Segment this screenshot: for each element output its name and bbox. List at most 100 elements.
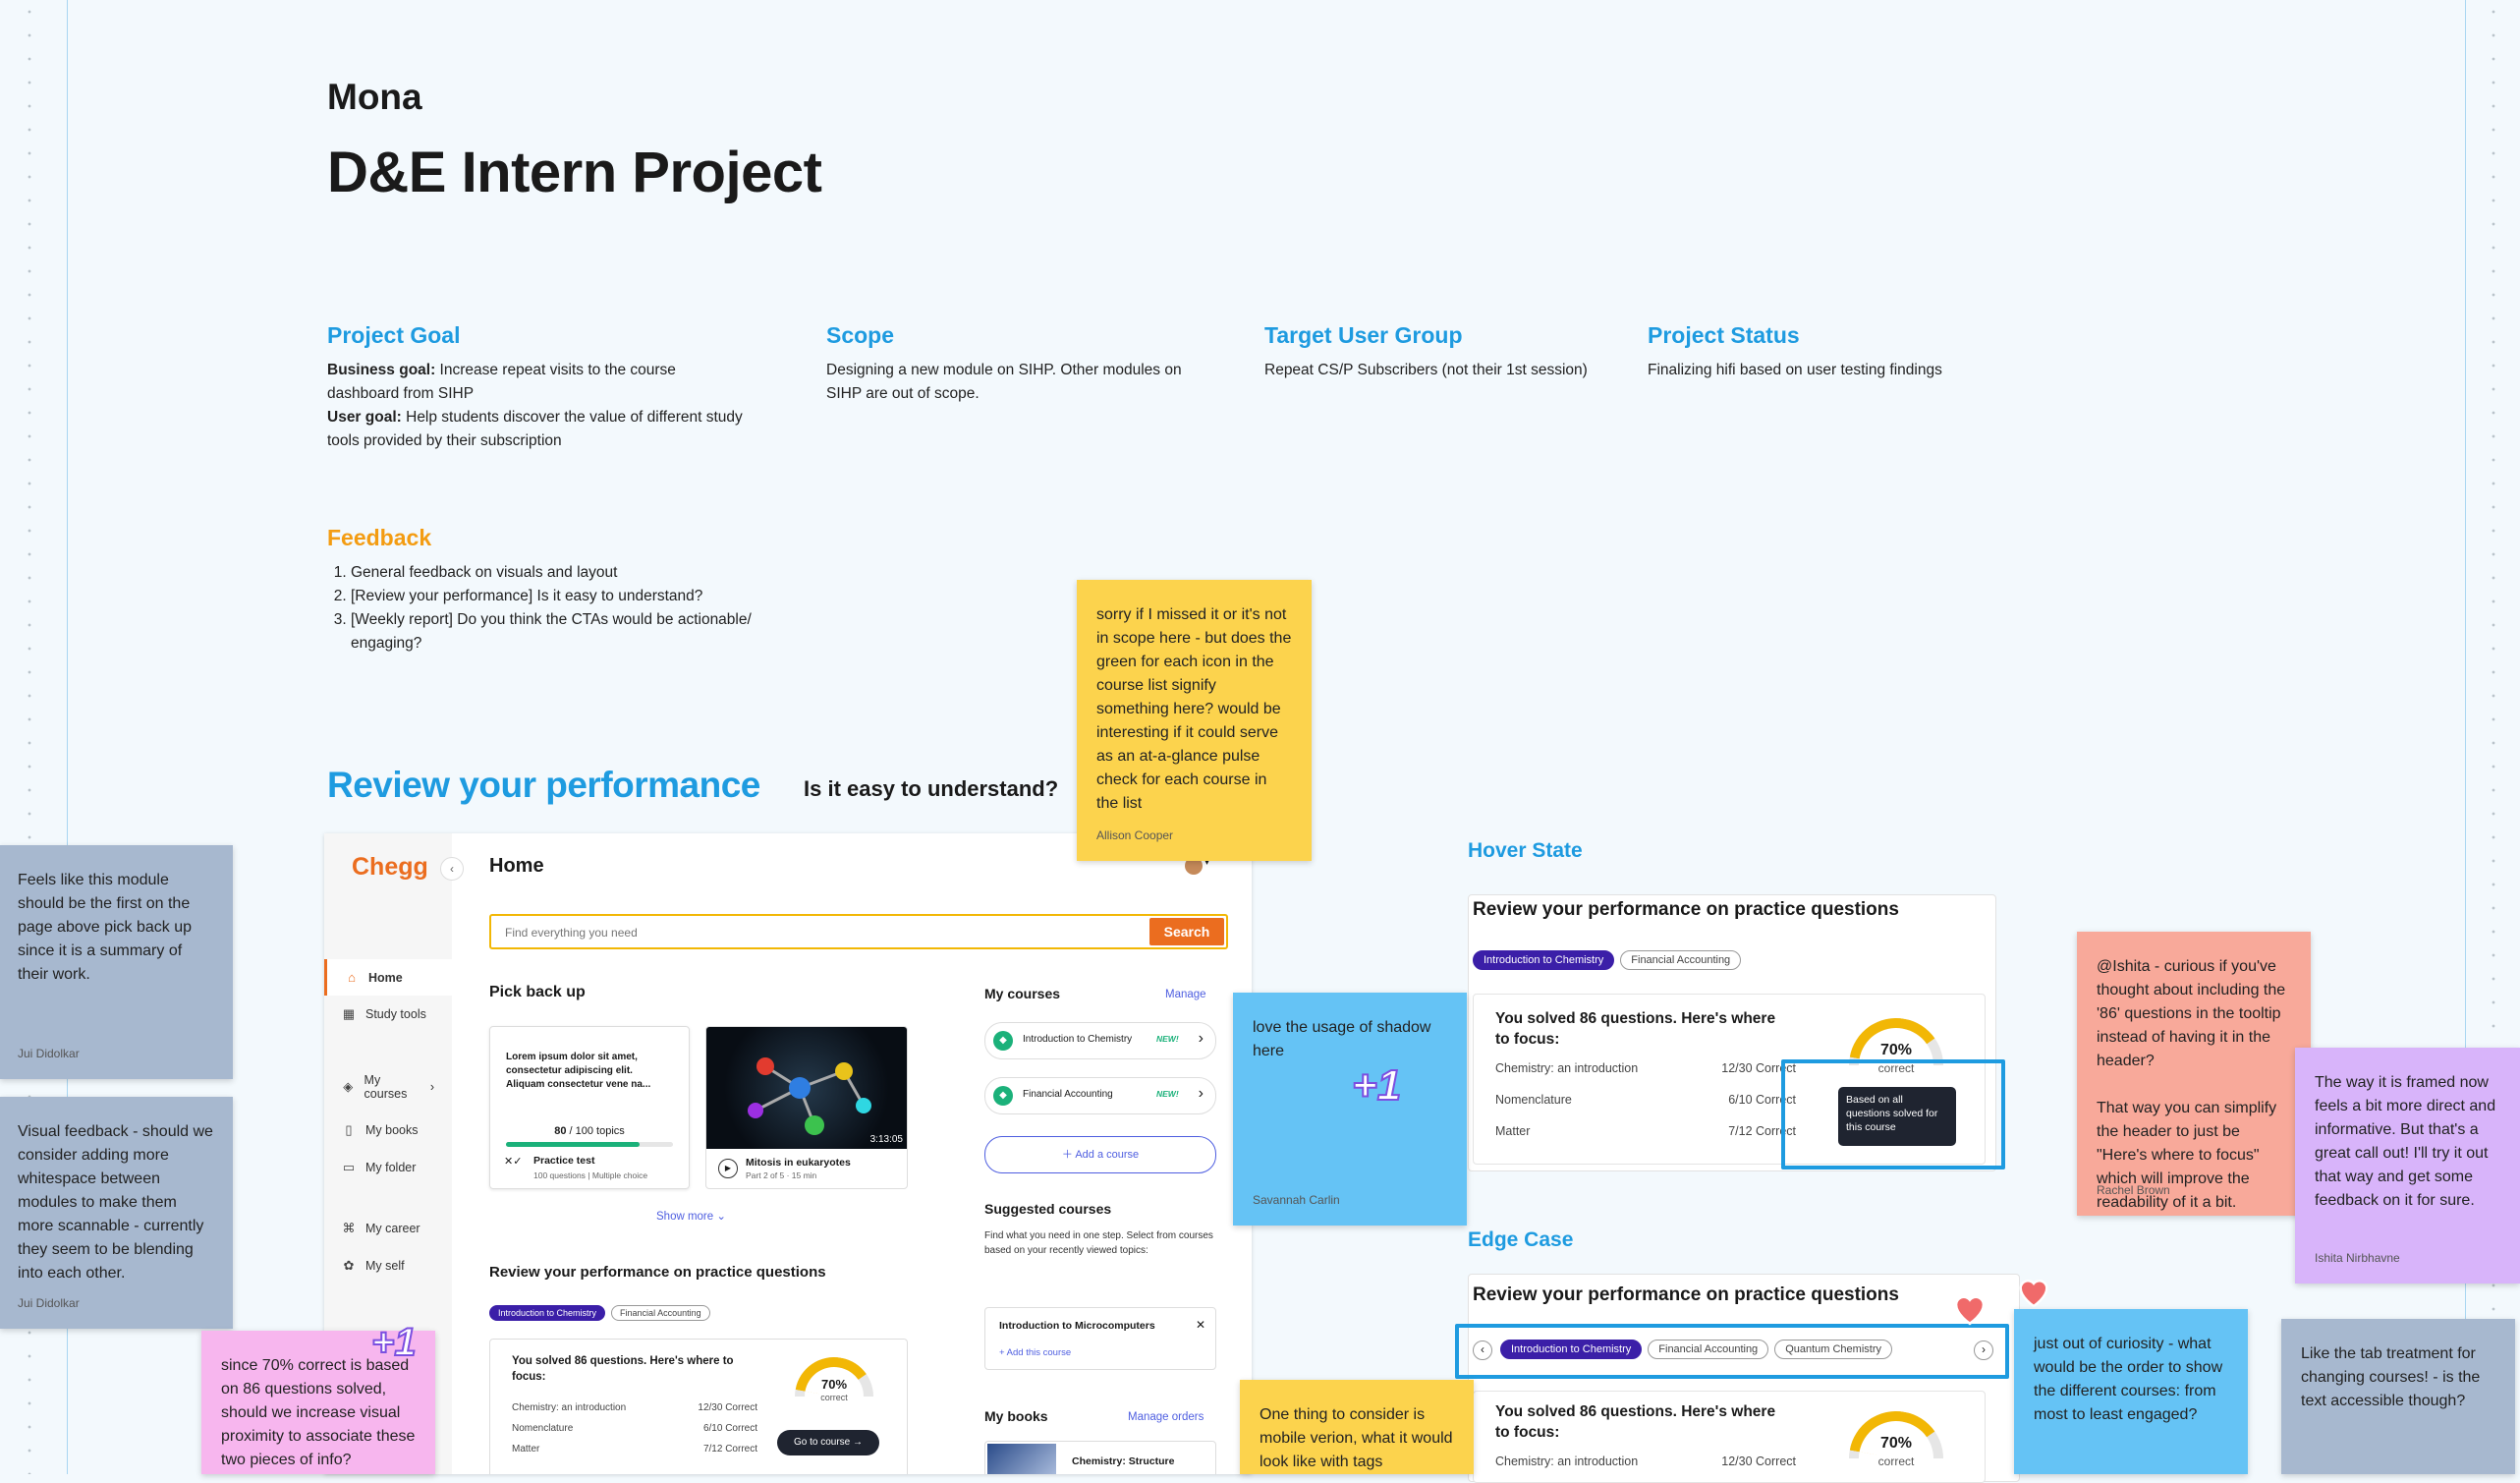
practice-test-card[interactable]: Lorem ipsum dolor sit amet, consectetur … [489, 1026, 690, 1189]
perf-title: Review your performance on practice ques… [1473, 1284, 1899, 1305]
chegg-logo[interactable]: Chegg [352, 853, 428, 882]
gauge-percent: 70% [1879, 1042, 1913, 1058]
suggested-course-name: Introduction to Microcomputers [999, 1320, 1155, 1332]
tab-introduction-to-chemistry[interactable]: Introduction to Chemistry [489, 1305, 606, 1321]
sticky-note[interactable]: Like the tab treatment for changing cour… [2281, 1319, 2515, 1474]
sticky-note[interactable]: The way it is framed now feels a bit mor… [2295, 1048, 2520, 1283]
sidebar-item-my-folder[interactable]: ▭ My folder [324, 1149, 452, 1186]
sticky-text: love the usage of shadow here [1253, 1019, 1431, 1059]
mock-course-tabs: Introduction to Chemistry Financial Accou… [489, 1303, 716, 1321]
sidebar-item-my-courses[interactable]: ◈ My courses › [324, 1062, 452, 1112]
practice-test-meta: 100 questions | Multiple choice [533, 1170, 648, 1180]
plus-one-sticker: +1 [370, 1320, 418, 1365]
topic-total: / 100 topics [566, 1125, 625, 1137]
sticky-note[interactable]: love the usage of shadow here Savannah C… [1233, 993, 1467, 1226]
search-bar: Search [489, 914, 1228, 949]
project-goal-heading: Project Goal [327, 322, 461, 348]
heart-icon [1954, 1295, 1986, 1326]
book-title: Chemistry: Structure [1072, 1455, 1175, 1467]
sidebar-item-home[interactable]: ⌂ Home [324, 959, 452, 996]
video-card[interactable]: 3:13:05 ▶ Mitosis in eukaryotes Part 2 o… [705, 1026, 908, 1189]
feedback-item: [Weekly report] Do you think the CTAs wo… [351, 608, 779, 656]
topic-score: 12/30 Correct [698, 1402, 757, 1413]
sticky-note[interactable]: @Ishita - curious if you've thought abou… [2077, 932, 2311, 1216]
plus-one-sticker: +1 [1351, 1060, 1402, 1111]
course-icon: ◆ [993, 1086, 1013, 1106]
search-button[interactable]: Search [1149, 918, 1224, 945]
suggested-text: Find what you need in one step. Select f… [984, 1230, 1213, 1256]
chevron-left-icon[interactable]: ‹ [1473, 1340, 1492, 1360]
topic-name: Chemistry: an introduction [1495, 1061, 1639, 1075]
review-title: Review your performance [327, 765, 760, 805]
scope-text: Designing a new module on SIHP. Other mo… [826, 362, 1182, 402]
target-user-heading: Target User Group [1264, 322, 1463, 348]
topic-score: 6/10 Correct [702, 1423, 757, 1434]
book-card[interactable]: Chemistry: Structure [984, 1441, 1216, 1474]
tab-scroll-box: ‹ Introduction to Chemistry Financial Acc… [1455, 1324, 2009, 1379]
topic-score: 12/30 Correct [1721, 1454, 1796, 1468]
feedback-section: Feedback General feedback on visuals and… [327, 525, 779, 656]
home-title: Home [489, 855, 544, 877]
tab-financial-accounting[interactable]: Financial Accounting [1620, 950, 1742, 970]
tooltip-text: Based on all questions solved for this c… [1846, 1094, 1938, 1133]
suggested-course-card[interactable]: Introduction to Microcomputers ✕ + Add t… [984, 1307, 1216, 1370]
tab-quantum-chemistry[interactable]: Quantum Chemistry [1774, 1340, 1892, 1359]
add-this-course-link[interactable]: + Add this course [999, 1347, 1071, 1358]
tab-introduction-to-chemistry[interactable]: Introduction to Chemistry [1500, 1340, 1643, 1359]
collapse-chevron-icon[interactable]: ‹ [440, 857, 464, 881]
perf-card: You solved 86 questions. Here's where to… [1473, 1391, 1986, 1483]
sticky-text: @Ishita - curious if you've thought abou… [2097, 958, 2286, 1211]
feedback-item: General feedback on visuals and layout [351, 561, 779, 585]
tooltip: Based on all questions solved for this c… [1838, 1087, 1956, 1146]
scope-section: Scope Designing a new module on SIHP. Ot… [826, 322, 1219, 406]
user-goal-label: User goal: [327, 409, 402, 426]
solved-text: You solved 86 questions. Here's where to… [1495, 1403, 1776, 1441]
sticky-text: One thing to consider is mobile verion, … [1260, 1406, 1453, 1470]
course-item[interactable]: ◆ Introduction to Chemistry NEW! › [984, 1022, 1216, 1059]
video-meta: Part 2 of 5 · 15 min [746, 1170, 817, 1180]
manage-orders-link[interactable]: Manage orders [1128, 1411, 1204, 1423]
sticky-note[interactable]: One thing to consider is mobile verion, … [1240, 1380, 1474, 1474]
sticky-note[interactable]: sorry if I missed it or it's not in scop… [1077, 580, 1312, 861]
topic-name: Chemistry: an introduction [512, 1402, 627, 1413]
go-to-course-button[interactable]: Go to course → [777, 1430, 879, 1455]
sidebar-item-my-self[interactable]: ✿ My self [324, 1247, 452, 1284]
sticky-author: Savannah Carlin [1253, 1193, 1340, 1207]
layers-icon: ◈ [343, 1079, 354, 1094]
show-more-link[interactable]: Show more ⌄ [656, 1209, 726, 1223]
my-courses-heading: My courses [984, 986, 1061, 1001]
project-status-section: Project Status Finalizing hifi based on … [1648, 322, 2021, 382]
tab-financial-accounting[interactable]: Financial Accounting [611, 1305, 710, 1321]
chevron-right-icon[interactable]: › [1974, 1340, 1993, 1360]
sticky-note[interactable]: Visual feedback - should we consider add… [0, 1097, 233, 1329]
new-badge: NEW! [1156, 1034, 1179, 1044]
topic-score: 7/12 Correct [702, 1444, 757, 1454]
sidebar-item-my-books[interactable]: ▯ My books [324, 1112, 452, 1149]
topic-name: Matter [1495, 1124, 1531, 1138]
sticky-note[interactable]: just out of curiosity - what would be th… [2014, 1309, 2248, 1474]
my-books-heading: My books [984, 1408, 1048, 1424]
new-badge: NEW! [1156, 1089, 1179, 1099]
sticky-author: Ishita Nirbhavne [2315, 1251, 2400, 1265]
tab-introduction-to-chemistry[interactable]: Introduction to Chemistry [1473, 950, 1615, 970]
sticky-note[interactable]: Feels like this module should be the fir… [0, 845, 233, 1079]
close-icon[interactable]: ✕ [1196, 1318, 1205, 1332]
tab-financial-accounting[interactable]: Financial Accounting [1648, 1340, 1769, 1359]
card-text: Lorem ipsum dolor sit amet, consectetur … [506, 1052, 651, 1090]
search-input[interactable] [503, 925, 1096, 941]
sidebar-item-study-tools[interactable]: ▦ Study tools [324, 996, 452, 1033]
sidebar-item-label: My courses [364, 1073, 408, 1101]
progress-track [506, 1142, 673, 1147]
solved-text: You solved 86 questions. Here's where to… [512, 1355, 734, 1383]
sidebar-item-my-career[interactable]: ⌘ My career [324, 1210, 452, 1247]
add-course-button[interactable]: ＋ Add a course [984, 1136, 1216, 1173]
manage-link[interactable]: Manage [1165, 989, 1206, 1000]
chevron-down-icon: ⌄ [716, 1211, 727, 1223]
add-course-label: Add a course [1075, 1149, 1140, 1161]
course-item[interactable]: ◆ Financial Accounting NEW! › [984, 1077, 1216, 1114]
project-status-text: Finalizing hifi based on user testing fi… [1648, 362, 1942, 378]
perf-title: Review your performance on practice ques… [1473, 899, 1899, 920]
play-icon[interactable]: ▶ [718, 1159, 738, 1178]
chevron-right-icon: › [1198, 1030, 1204, 1047]
topic-name: Nomenclature [1495, 1093, 1572, 1107]
